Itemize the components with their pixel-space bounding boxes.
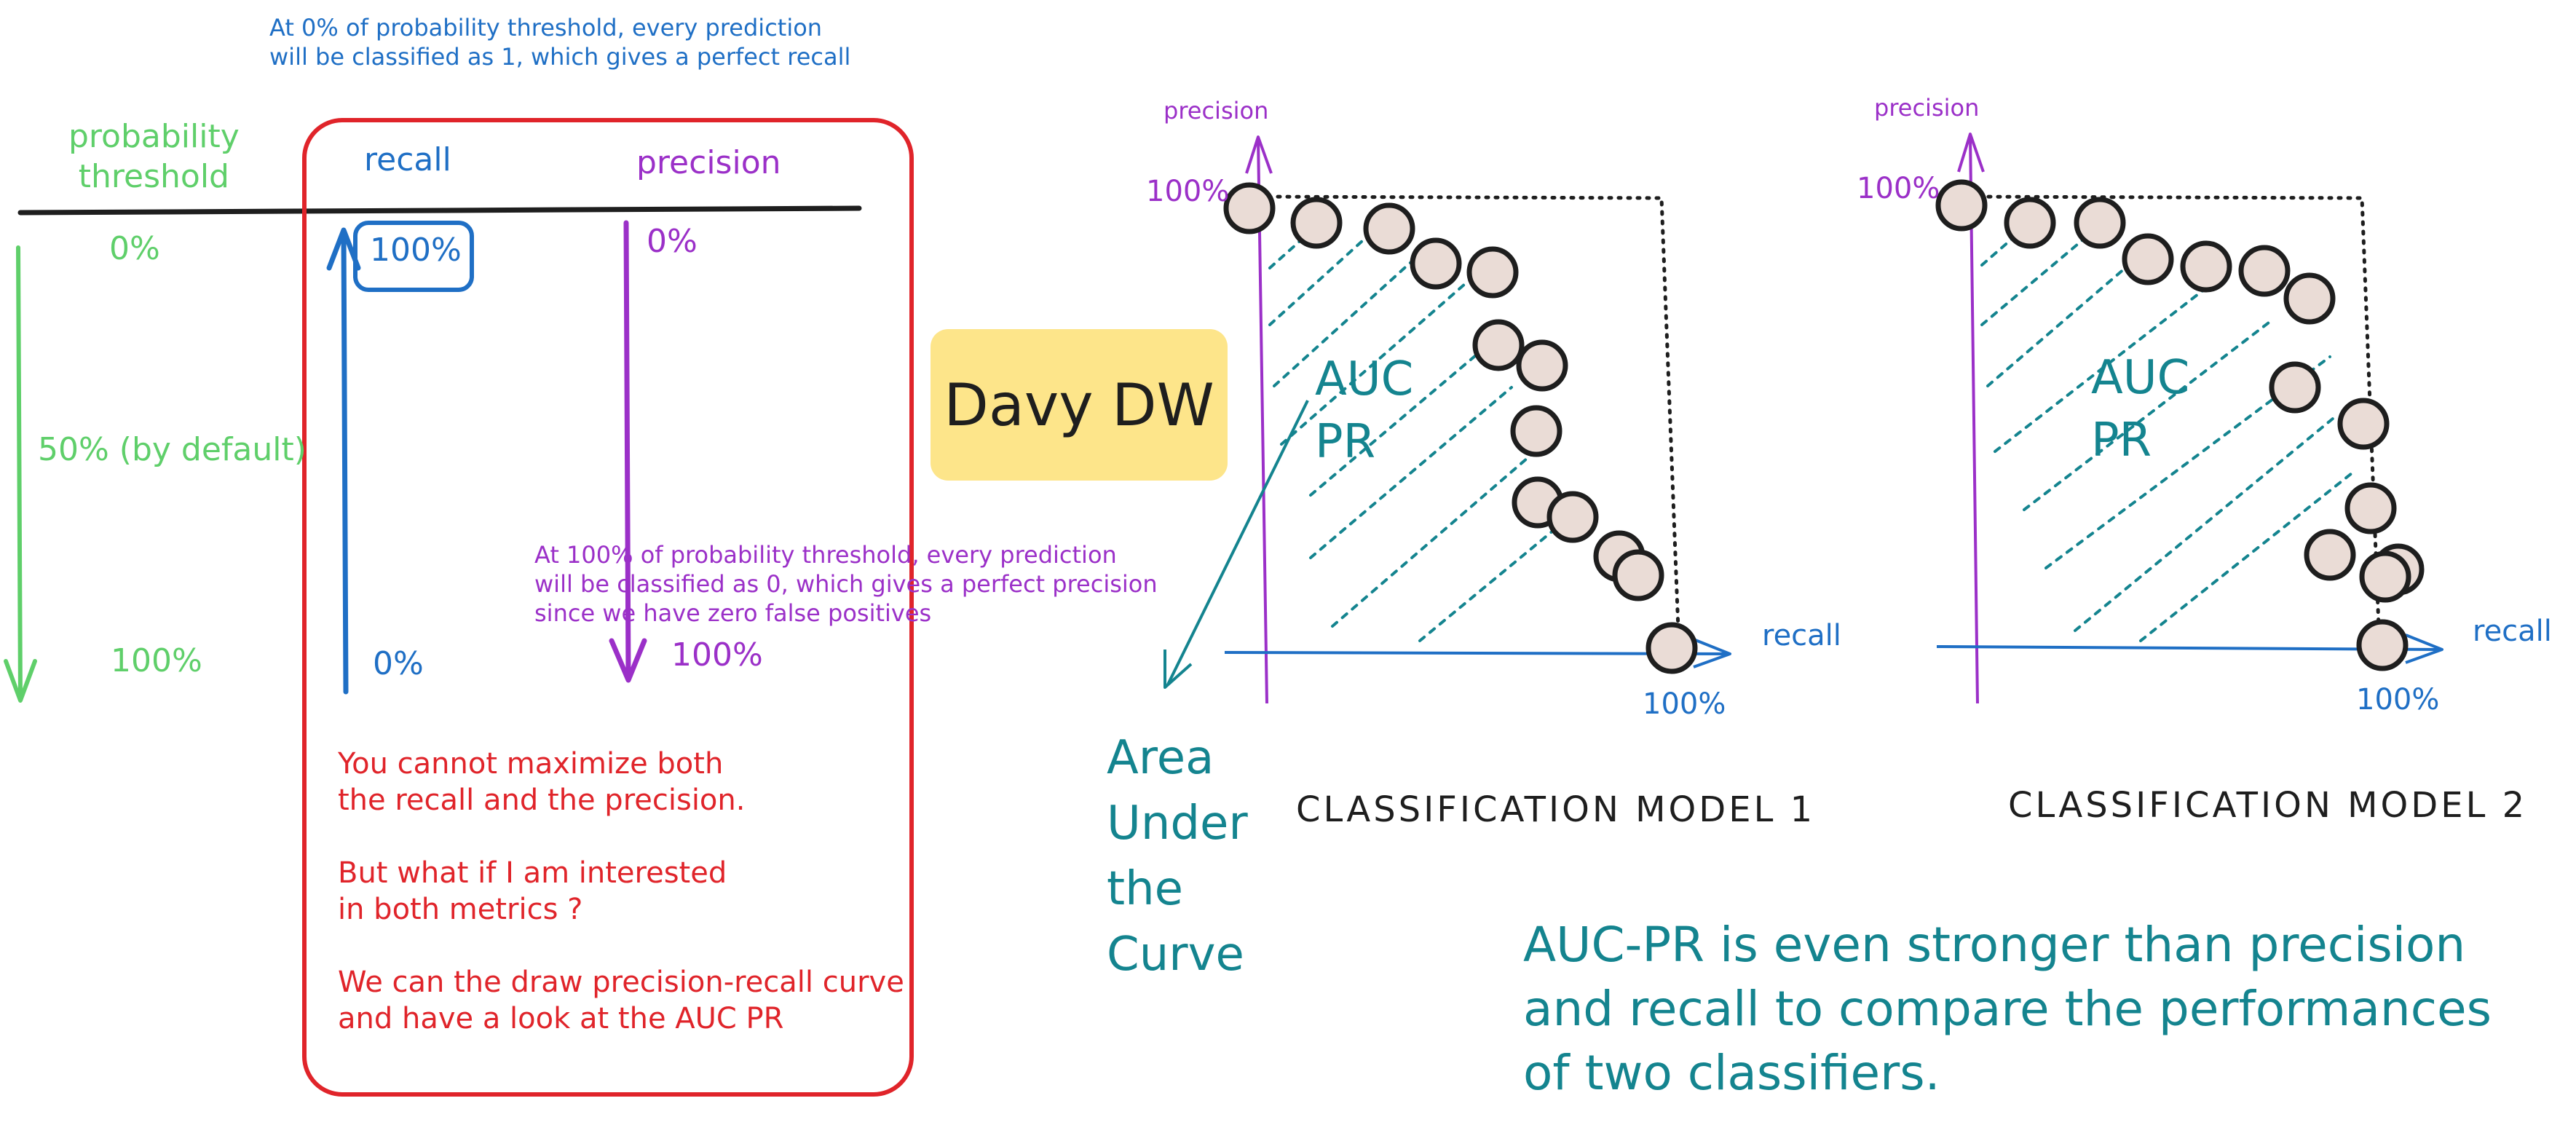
top-note-line: At 0% of probability threshold, every pr… <box>269 14 823 42</box>
area-annotation-line: Under <box>1107 797 1248 850</box>
conclusion-line: and recall to compare the performances <box>1523 981 2492 1037</box>
area-annotation-line: Area <box>1107 731 1214 785</box>
precision-header: precision <box>636 144 781 181</box>
area-annotation-line: the <box>1107 862 1184 916</box>
top-note: At 0% of probability threshold, every pr… <box>269 13 850 71</box>
model-1-chart <box>1163 135 1731 704</box>
auc-label-line: PR <box>2091 414 2152 467</box>
auc-label-line: AUC <box>2091 351 2190 405</box>
recall-arrow <box>326 227 361 695</box>
recall-value-100: 100% <box>370 232 462 269</box>
model-1-y-label: precision <box>1163 97 1269 125</box>
conclusion: AUC-PR is even stronger than precision a… <box>1523 913 2492 1105</box>
threshold-header-line: probability <box>68 118 240 155</box>
red-note-line: You cannot maximize both <box>338 747 724 781</box>
red-note-line: We can the draw precision-recall curve <box>338 966 904 999</box>
red-note-line <box>338 928 904 964</box>
table-header-rule <box>17 205 862 216</box>
logo: Davy DW <box>931 329 1228 481</box>
model-2-auc-label: AUC PR <box>2091 347 2189 472</box>
recall-value-0: 0% <box>373 645 424 682</box>
mid-note-line: At 100% of probability threshold, every … <box>534 541 1117 569</box>
top-note-line: will be classified as 1, which gives a p… <box>269 43 851 71</box>
precision-value-100: 100% <box>671 636 763 674</box>
model-2-y-tick: 100% <box>1857 172 1940 205</box>
red-note-line: But what if I am interested <box>338 856 727 890</box>
conclusion-line: AUC-PR is even stronger than precision <box>1523 917 2466 973</box>
model-2-y-label: precision <box>1874 94 1980 122</box>
threshold-arrow <box>4 245 37 703</box>
model-1-auc-label: AUC PR <box>1315 348 1413 473</box>
recall-header: recall <box>364 141 451 178</box>
model-1-title: CLASSIFICATION MODEL 1 <box>1296 789 1816 830</box>
model-1-points <box>1223 182 1698 674</box>
red-note: You cannot maximize both the recall and … <box>338 746 904 1037</box>
area-annotation-line: Curve <box>1107 928 1244 982</box>
model-2-x-tick: 100% <box>2356 683 2440 717</box>
red-note-line: the recall and the precision. <box>338 783 746 817</box>
red-note-line: in both metrics ? <box>338 893 583 926</box>
threshold-value-50: 50% (by default) <box>38 431 307 468</box>
auc-label-line: PR <box>1315 415 1376 469</box>
mid-note-line: will be classified as 0, which gives a p… <box>534 570 1158 598</box>
model-2-x-label: recall <box>2473 615 2552 648</box>
red-note-line <box>338 818 904 855</box>
mid-note-line: since we have zero false positives <box>534 599 932 627</box>
threshold-header: probability threshold <box>68 117 240 197</box>
threshold-header-line: threshold <box>78 158 229 195</box>
area-annotation: Area Under the Curve <box>1107 725 1248 987</box>
auc-label-line: AUC <box>1315 352 1414 406</box>
threshold-value-100: 100% <box>111 642 202 679</box>
conclusion-line: of two classifiers. <box>1523 1045 1940 1101</box>
model-2-title: CLASSIFICATION MODEL 2 <box>2008 785 2528 826</box>
mid-note: At 100% of probability threshold, every … <box>534 540 1158 628</box>
model-1-x-label: recall <box>1762 619 1841 652</box>
precision-value-0: 0% <box>647 223 698 260</box>
model-1-y-tick: 100% <box>1146 175 1230 208</box>
model-1-x-tick: 100% <box>1643 687 1726 721</box>
red-note-line: and have a look at the AUC PR <box>338 1002 784 1035</box>
threshold-value-0: 0% <box>109 230 160 267</box>
